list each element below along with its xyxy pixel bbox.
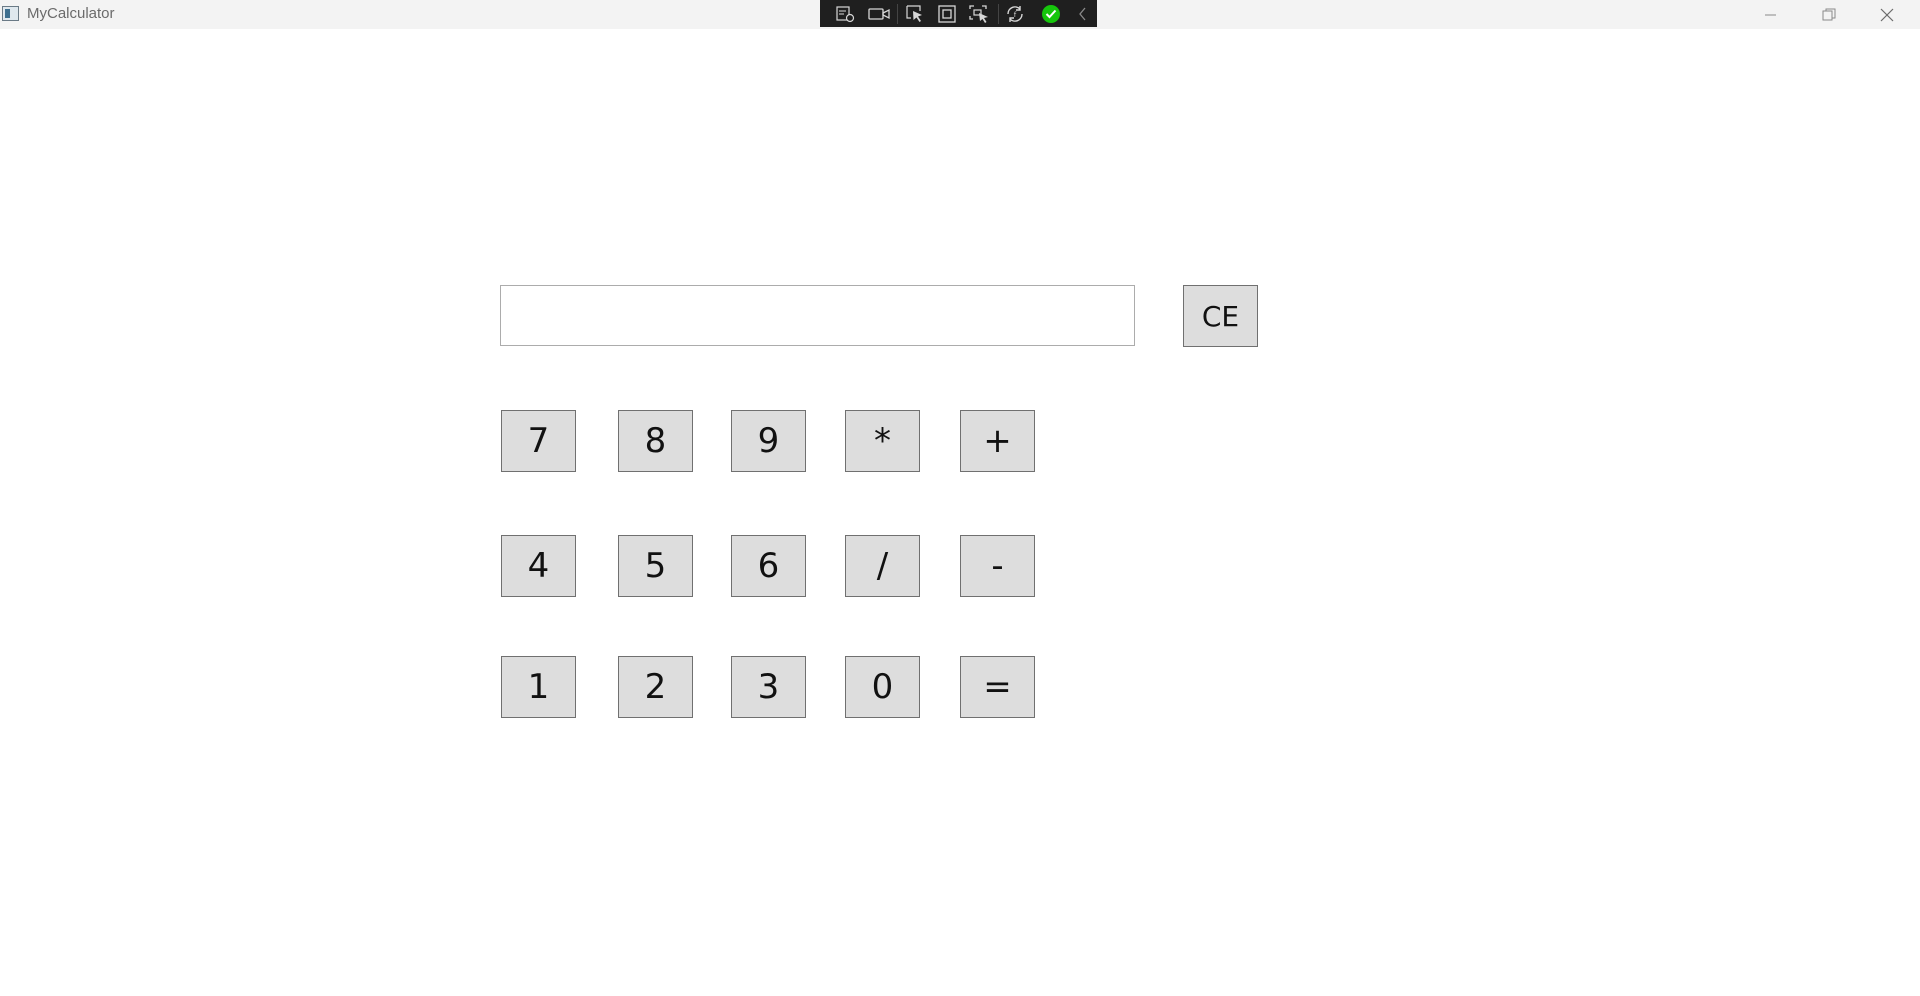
svg-text:f: f bbox=[1014, 11, 1017, 19]
calculator-display[interactable] bbox=[500, 285, 1135, 346]
digit-4-button[interactable]: 4 bbox=[501, 535, 576, 597]
xaml-debug-toolbar: f bbox=[820, 0, 1097, 27]
digit-8-button[interactable]: 8 bbox=[618, 410, 693, 472]
restore-icon bbox=[1822, 8, 1836, 20]
add-button[interactable]: + bbox=[960, 410, 1035, 472]
track-focused-element-icon[interactable] bbox=[968, 3, 990, 25]
clear-entry-button[interactable]: CE bbox=[1183, 285, 1258, 347]
equals-button[interactable]: = bbox=[960, 656, 1035, 718]
hot-reload-icon[interactable]: f bbox=[1004, 3, 1026, 25]
record-icon[interactable] bbox=[868, 3, 890, 25]
window-title: MyCalculator bbox=[27, 5, 115, 22]
digit-5-button[interactable]: 5 bbox=[618, 535, 693, 597]
multiply-button[interactable]: * bbox=[845, 410, 920, 472]
minimize-icon bbox=[1765, 14, 1776, 15]
restore-button[interactable] bbox=[1800, 0, 1858, 29]
digit-0-button[interactable]: 0 bbox=[845, 656, 920, 718]
minimize-button[interactable] bbox=[1742, 0, 1800, 29]
live-visual-tree-icon[interactable] bbox=[834, 3, 856, 25]
select-element-icon[interactable] bbox=[904, 3, 926, 25]
title-bar: MyCalculator f bbox=[0, 0, 1920, 29]
app-icon bbox=[2, 6, 19, 21]
display-layout-adorners-icon[interactable] bbox=[936, 3, 958, 25]
collapse-toolbar-icon[interactable] bbox=[1072, 3, 1094, 25]
digit-9-button[interactable]: 9 bbox=[731, 410, 806, 472]
digit-2-button[interactable]: 2 bbox=[618, 656, 693, 718]
close-button[interactable] bbox=[1858, 0, 1916, 29]
close-icon bbox=[1880, 8, 1894, 21]
digit-7-button[interactable]: 7 bbox=[501, 410, 576, 472]
subtract-button[interactable]: - bbox=[960, 535, 1035, 597]
binding-success-icon[interactable] bbox=[1040, 3, 1062, 25]
digit-3-button[interactable]: 3 bbox=[731, 656, 806, 718]
digit-1-button[interactable]: 1 bbox=[501, 656, 576, 718]
digit-6-button[interactable]: 6 bbox=[731, 535, 806, 597]
divide-button[interactable]: / bbox=[845, 535, 920, 597]
